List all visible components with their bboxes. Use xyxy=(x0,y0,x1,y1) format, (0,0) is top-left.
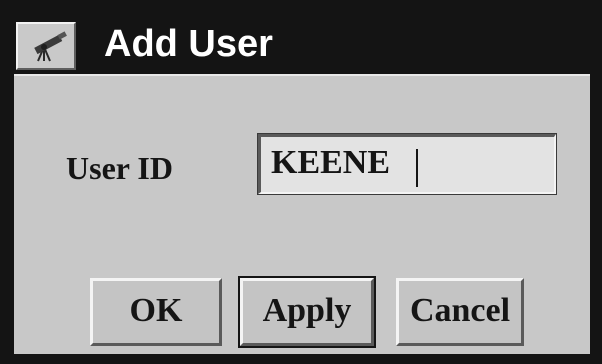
telescope-icon[interactable] xyxy=(16,22,76,70)
window-title: Add User xyxy=(104,23,273,65)
dialog-body: User ID KEENE OK Apply Cancel xyxy=(14,74,590,354)
cancel-button[interactable]: Cancel xyxy=(396,278,524,346)
user-id-value: KEENE xyxy=(271,144,391,181)
window-frame-right xyxy=(590,12,602,364)
title-bar[interactable]: Add User xyxy=(12,12,590,74)
apply-button[interactable]: Apply xyxy=(238,276,376,348)
user-id-label: User ID xyxy=(66,150,173,186)
ok-button[interactable]: OK xyxy=(90,278,222,346)
add-user-dialog: Add User User ID KEENE OK Apply Cancel xyxy=(0,0,602,364)
text-cursor xyxy=(416,149,418,187)
user-id-input[interactable]: KEENE xyxy=(257,133,557,195)
